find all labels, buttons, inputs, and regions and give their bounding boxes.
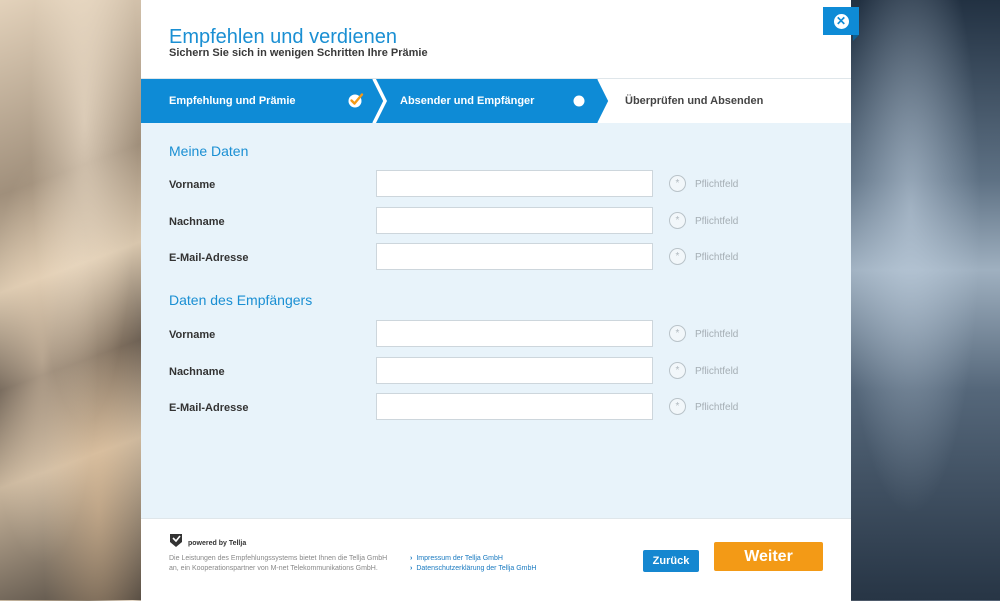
recipient-last-name-input[interactable] [376,357,653,384]
step-3-label: Überprüfen und Absenden [625,95,764,107]
step-1-label: Empfehlung und Prämie [169,95,296,107]
sender-last-name-input[interactable] [376,207,653,234]
impressum-link-label: Impressum der Tellja GmbH [416,555,503,562]
progress-steps: Empfehlung und Prämie Absender und Empfä… [141,78,851,124]
field-label: Vorname [169,329,216,341]
background-right [851,0,1000,600]
impressum-link[interactable]: › Impressum der Tellja GmbH [410,555,503,562]
required-label: Pflichtfeld [695,366,739,377]
field-label: E-Mail-Adresse [169,402,249,414]
form-content: Meine Daten Vorname * Pflichtfeld Nachna… [141,123,851,518]
sender-first-name-input[interactable] [376,170,653,197]
required-icon: * [669,175,686,192]
required-label: Pflichtfeld [695,179,739,190]
page-subtitle: Sichern Sie sich in wenigen Schritten Ih… [169,47,428,59]
modal-header: Empfehlen und verdienen Sichern Sie sich… [141,0,851,78]
recipient-email-input[interactable] [376,393,653,420]
close-icon: ✕ [833,13,849,29]
required-label: Pflichtfeld [695,252,739,263]
chevron-right-icon: › [410,555,413,562]
page-title: Empfehlen und verdienen [169,26,397,48]
privacy-link-label: Datenschutzerklärung der Tellja GmbH [416,565,537,572]
required-label: Pflichtfeld [695,329,739,340]
section-title-empfaenger: Daten des Empfängers [169,292,313,308]
modal-footer: powered by Tellja Die Leistungen des Emp… [141,518,851,601]
recipient-first-name-input[interactable] [376,320,653,347]
required-icon: * [669,212,686,229]
required-icon: * [669,398,686,415]
background-left [0,0,141,600]
next-button[interactable]: Weiter [714,542,823,571]
field-label: Nachname [169,216,225,228]
chevron-right-icon: › [410,565,413,572]
sender-email-input[interactable] [376,243,653,270]
required-label: Pflichtfeld [695,402,739,413]
required-label: Pflichtfeld [695,216,739,227]
tellja-logo-icon [170,534,182,547]
checkmark-icon [348,93,364,108]
field-label: Vorname [169,179,216,191]
disclaimer-line-1: Die Leistungen des Empfehlungssystems bi… [169,555,388,562]
powered-by-label: powered by Tellja [188,540,247,547]
section-title-meine-daten: Meine Daten [169,143,249,159]
required-icon: * [669,248,686,265]
disclaimer-line-2: an, ein Kooperationspartner von M-net Te… [169,565,378,572]
required-icon: * [669,325,686,342]
referral-modal: Empfehlen und verdienen Sichern Sie sich… [141,0,851,601]
field-label: Nachname [169,366,225,378]
field-label: E-Mail-Adresse [169,252,249,264]
step-2-label: Absender und Empfänger [400,95,535,107]
close-button[interactable]: ✕ [823,7,859,41]
required-icon: * [669,362,686,379]
back-button[interactable]: Zurück [643,550,699,572]
privacy-link[interactable]: › Datenschutzerklärung der Tellja GmbH [410,565,536,572]
dot-icon [573,95,585,107]
